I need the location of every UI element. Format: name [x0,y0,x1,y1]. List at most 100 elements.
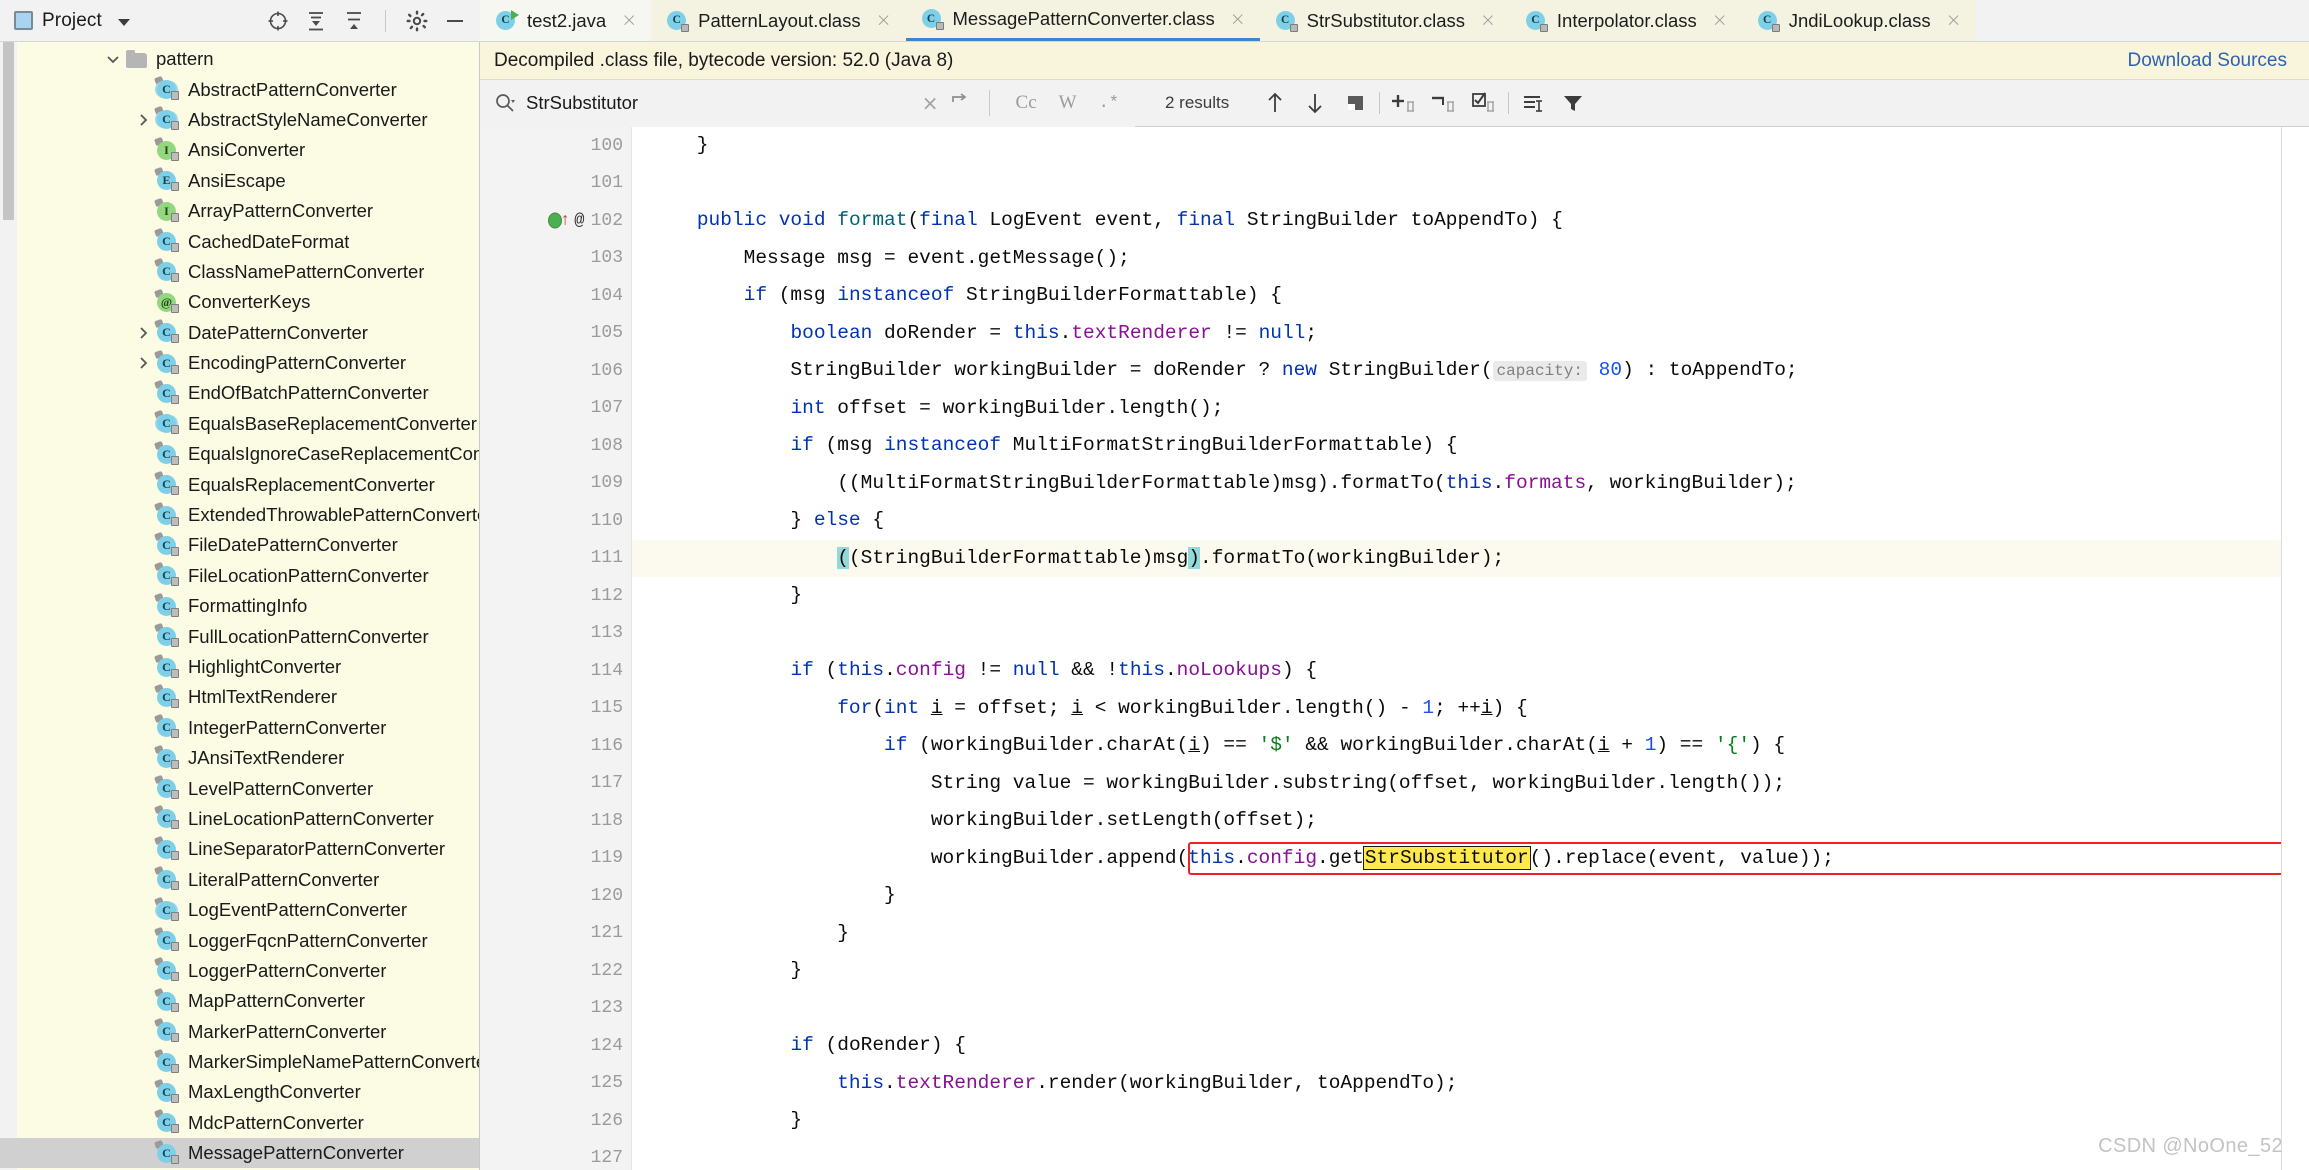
project-title-group[interactable]: Project [14,10,130,32]
tree-item-converterkeys[interactable]: @ConverterKeys [0,287,479,317]
code-line-110[interactable]: } else { [632,502,2281,540]
gutter-line-114[interactable]: 114 [480,652,631,690]
code-line-105[interactable]: boolean doRender = this.textRenderer != … [632,315,2281,353]
whole-words-toggle[interactable]: W [1053,92,1083,114]
tab-test2-java[interactable]: C test2.java × [480,0,651,42]
project-tree-pane[interactable]: patternCAbstractPatternConverterCAbstrac… [0,42,480,1170]
tree-item-equalsignorecasereplacementconverter[interactable]: CEqualsIgnoreCaseReplacementConverter [0,439,479,469]
tree-item-arraypatternconverter[interactable]: IArrayPatternConverter [0,196,479,226]
code-line-107[interactable]: int offset = workingBuilder.length(); [632,390,2281,428]
collapse-all-icon[interactable] [343,10,365,32]
tree-item-formattinginfo[interactable]: CFormattingInfo [0,591,479,621]
tree-item-mappatternconverter[interactable]: CMapPatternConverter [0,986,479,1016]
next-match-icon[interactable] [1295,83,1335,123]
tree-item-logeventpatternconverter[interactable]: CLogEventPatternConverter [0,895,479,925]
code-line-106[interactable]: StringBuilder workingBuilder = doRender … [632,352,2281,390]
gutter-line-111[interactable]: 111 [480,540,631,578]
code-line-124[interactable]: if (doRender) { [632,1027,2281,1065]
editor-viewport[interactable]: 100101↑@10210310410510610710810911011111… [480,127,2309,1170]
editor-error-stripe[interactable] [2281,127,2309,1170]
regex-toggle[interactable]: .* [1093,94,1125,113]
close-icon[interactable]: × [1712,11,1728,30]
tree-item-cacheddateformat[interactable]: CCachedDateFormat [0,226,479,256]
close-icon[interactable]: × [1230,10,1246,29]
code-line-115[interactable]: for(int i = offset; i < workingBuilder.l… [632,690,2281,728]
match-case-toggle[interactable]: Cc [1010,92,1043,114]
code-line-114[interactable]: if (this.config != null && !this.noLooku… [632,652,2281,690]
download-sources-link[interactable]: Download Sources [2128,50,2287,72]
tree-item-mdcpatternconverter[interactable]: CMdcPatternConverter [0,1108,479,1138]
gutter-line-109[interactable]: 109 [480,465,631,503]
code-line-112[interactable]: } [632,577,2281,615]
code-line-101[interactable] [632,165,2281,203]
tree-item-linelocationpatternconverter[interactable]: CLineLocationPatternConverter [0,804,479,834]
gutter-line-104[interactable]: 104 [480,277,631,315]
tree-item-ansiescape[interactable]: EAnsiEscape [0,166,479,196]
code-line-119[interactable]: workingBuilder.append(this.config.getStr… [632,840,2281,878]
code-line-127[interactable] [632,1140,2281,1170]
code-line-100[interactable]: } [632,127,2281,165]
chevron-right-icon[interactable] [130,325,156,341]
code-text-area[interactable]: } public void format(final LogEvent even… [632,127,2281,1170]
tree-item-messagepatternconverter[interactable]: CMessagePatternConverter [0,1138,479,1168]
gear-icon[interactable] [406,10,428,32]
chevron-right-icon[interactable] [130,112,156,128]
check-lines-icon[interactable] [1464,83,1504,123]
clear-search-icon[interactable]: × [922,91,939,115]
gutter-line-108[interactable]: 108 [480,427,631,465]
add-line-icon[interactable] [1384,83,1424,123]
tree-item-ansiconverter[interactable]: IAnsiConverter [0,135,479,165]
code-line-125[interactable]: this.textRenderer.render(workingBuilder,… [632,1065,2281,1103]
tree-item-filelocationpatternconverter[interactable]: CFileLocationPatternConverter [0,561,479,591]
hide-window-icon[interactable] [444,10,466,32]
history-icon[interactable] [949,90,969,116]
tree-item-filedatepatternconverter[interactable]: CFileDatePatternConverter [0,530,479,560]
tree-item-jansitextrenderer[interactable]: CJAnsiTextRenderer [0,743,479,773]
gutter-line-107[interactable]: 107 [480,390,631,428]
gutter-line-123[interactable]: 123 [480,990,631,1028]
code-line-122[interactable]: } [632,952,2281,990]
tree-item-levelpatternconverter[interactable]: CLevelPatternConverter [0,773,479,803]
tree-item-equalsreplacementconverter[interactable]: CEqualsReplacementConverter [0,469,479,499]
gutter-line-124[interactable]: 124 [480,1027,631,1065]
gutter-line-110[interactable]: 110 [480,502,631,540]
gutter-line-125[interactable]: 125 [480,1065,631,1103]
tab-patternlayout-class[interactable]: C PatternLayout.class × [651,0,905,42]
close-icon[interactable]: × [1480,11,1496,30]
gutter-line-112[interactable]: 112 [480,577,631,615]
code-line-102[interactable]: public void format(final LogEvent event,… [632,202,2281,240]
tree-item-literalpatternconverter[interactable]: CLiteralPatternConverter [0,865,479,895]
gutter-line-127[interactable]: 127 [480,1140,631,1170]
gutter-line-122[interactable]: 122 [480,952,631,990]
code-line-113[interactable] [632,615,2281,653]
gutter-line-119[interactable]: 119 [480,840,631,878]
tree-item-maxlengthconverter[interactable]: CMaxLengthConverter [0,1077,479,1107]
find-input-container[interactable]: StrSubstitutor × Cc W .* [480,80,1135,127]
tab-messagepatternconverter-class[interactable]: C MessagePatternConverter.class × [906,0,1260,42]
run-gutter-icon[interactable]: ↑@ [548,211,584,230]
chevron-down-icon[interactable] [118,19,130,26]
gutter-line-116[interactable]: 116 [480,727,631,765]
editor-gutter[interactable]: 100101↑@10210310410510610710810911011111… [480,127,632,1170]
tree-item-loggerpatternconverter[interactable]: CLoggerPatternConverter [0,956,479,986]
code-line-126[interactable]: } [632,1102,2281,1140]
gutter-line-118[interactable]: 118 [480,802,631,840]
gutter-line-120[interactable]: 120 [480,877,631,915]
tree-item-classnamepatternconverter[interactable]: CClassNamePatternConverter [0,257,479,287]
code-line-121[interactable]: } [632,915,2281,953]
gutter-line-106[interactable]: 106 [480,352,631,390]
search-input[interactable]: StrSubstitutor [526,92,912,114]
gutter-line-103[interactable]: 103 [480,240,631,278]
remove-line-icon[interactable] [1424,83,1464,123]
code-line-103[interactable]: Message msg = event.getMessage(); [632,240,2281,278]
gutter-line-113[interactable]: 113 [480,615,631,653]
code-line-117[interactable]: String value = workingBuilder.substring(… [632,765,2281,803]
tree-item-htmltextrenderer[interactable]: CHtmlTextRenderer [0,682,479,712]
gutter-line-101[interactable]: 101 [480,165,631,203]
tree-item-extendedthrowablepatternconverter[interactable]: CExtendedThrowablePatternConverter [0,500,479,530]
gutter-line-105[interactable]: 105 [480,315,631,353]
locate-icon[interactable] [267,10,289,32]
tree-item-abstractpatternconverter[interactable]: CAbstractPatternConverter [0,74,479,104]
tree-item-endofbatchpatternconverter[interactable]: CEndOfBatchPatternConverter [0,378,479,408]
code-line-123[interactable] [632,990,2281,1028]
